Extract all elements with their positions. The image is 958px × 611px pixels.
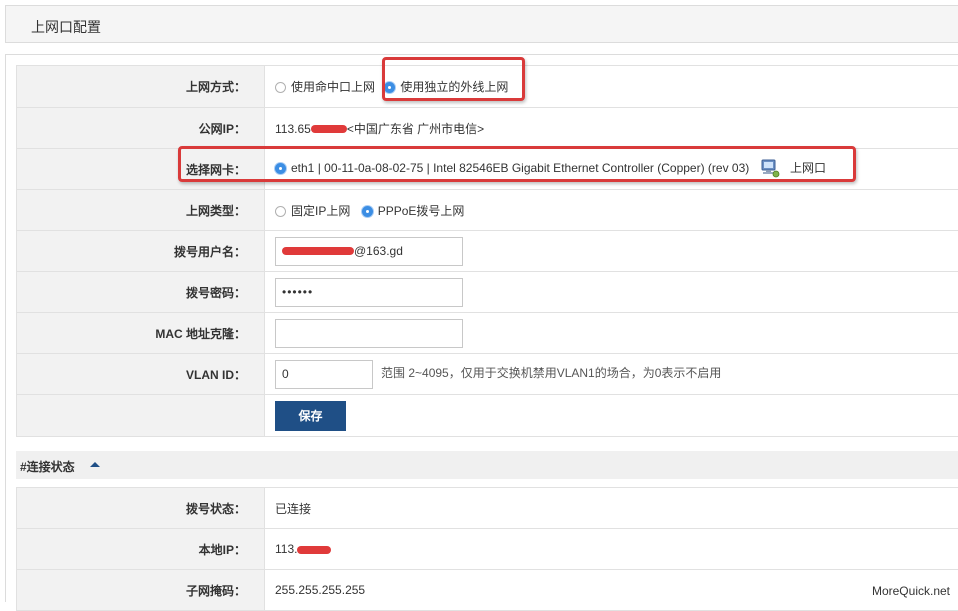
watermark: MoreQuick.net: [870, 583, 952, 599]
username-input[interactable]: @163.gd: [275, 237, 463, 266]
row-vlan: VLAN ID： 0 范围 2~4095，仅用于交换机禁用VLAN1的场合，为0表…: [17, 354, 958, 395]
highlight-box-access-mode: [382, 57, 525, 101]
redaction-mark: [297, 546, 331, 554]
connection-status-header[interactable]: #连接状态: [16, 451, 958, 479]
save-button[interactable]: 保存: [275, 401, 346, 431]
row-mac-clone: MAC 地址克隆：: [17, 313, 958, 354]
mac-clone-input[interactable]: [275, 319, 463, 348]
row-password: 拨号密码： ••••••: [17, 272, 958, 313]
conn-type-label: 上网类型：: [17, 190, 265, 231]
access-mode-option-shared[interactable]: 使用命中口上网: [275, 80, 378, 94]
conn-type-option-static[interactable]: 固定IP上网: [275, 204, 354, 218]
password-label: 拨号密码：: [17, 272, 265, 313]
radio-static-icon[interactable]: [275, 206, 286, 217]
local-ip-label: 本地IP：: [17, 529, 265, 570]
username-label: 拨号用户名：: [17, 231, 265, 272]
page-header: 上网口配置: [5, 5, 958, 43]
dial-status-label: 拨号状态：: [17, 488, 265, 529]
row-public-ip: 公网IP： 113.65 <中国广东省 广州市电信>: [17, 108, 958, 149]
redaction-mark: [311, 125, 347, 133]
table-row: 拨号状态： 已连接: [17, 488, 958, 529]
dial-status-value: 已连接: [265, 488, 958, 529]
subnet-mask-label: 子网掩码：: [17, 570, 265, 611]
page-title: 上网口配置: [31, 17, 101, 37]
public-ip-prefix: 113.65: [275, 122, 311, 136]
access-mode-label: 上网方式：: [17, 66, 265, 108]
highlight-box-nic: [178, 146, 856, 182]
redaction-mark: [282, 247, 354, 255]
collapse-caret-icon[interactable]: [90, 462, 100, 467]
config-form-table: 上网方式： 使用命中口上网 使用独立的外线上网 公网IP： 113.65<中国广…: [16, 65, 958, 437]
vlan-hint: 范围 2~4095，仅用于交换机禁用VLAN1的场合，为0表示不启用: [381, 366, 721, 380]
table-row: 本地IP： 113.: [17, 529, 958, 570]
local-ip-value: 113.: [275, 542, 297, 556]
subnet-mask-value: 255.255.255.255: [265, 570, 958, 611]
password-input[interactable]: ••••••: [275, 278, 463, 307]
radio-pppoe-icon[interactable]: [362, 206, 373, 217]
row-conn-type: 上网类型： 固定IP上网 PPPoE拨号上网: [17, 190, 958, 231]
status-table: 拨号状态： 已连接 本地IP： 113. 子网掩码： 255.255.255.2…: [16, 487, 958, 611]
public-ip-label: 公网IP：: [17, 108, 265, 149]
vlan-input[interactable]: 0: [275, 360, 373, 389]
mac-clone-label: MAC 地址克隆：: [17, 313, 265, 354]
radio-shared-icon[interactable]: [275, 82, 286, 93]
table-row: 子网掩码： 255.255.255.255: [17, 570, 958, 611]
conn-type-option-pppoe[interactable]: PPPoE拨号上网: [362, 204, 465, 218]
vlan-label: VLAN ID：: [17, 354, 265, 395]
public-ip-location: <中国广东省 广州市电信>: [347, 122, 484, 136]
row-save: 保存: [17, 395, 958, 437]
row-username: 拨号用户名： @163.gd: [17, 231, 958, 272]
connection-status-title: #连接状态: [20, 458, 75, 475]
